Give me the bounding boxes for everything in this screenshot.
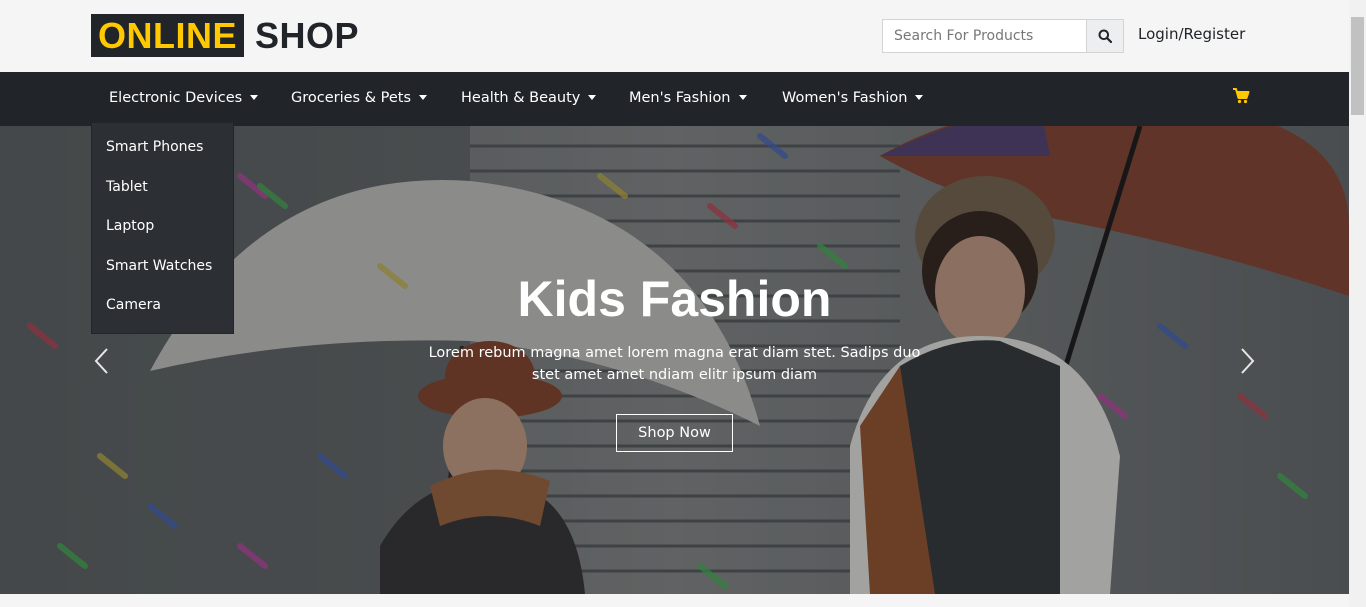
nav-label: Groceries & Pets xyxy=(291,90,412,106)
shop-now-button[interactable]: Shop Now xyxy=(616,414,733,452)
nav-groceries-pets[interactable]: Groceries & Pets xyxy=(291,72,428,126)
dropdown-item-smart-phones[interactable]: Smart Phones xyxy=(92,128,233,168)
logo-highlight: ONLINE xyxy=(91,14,245,57)
dropdown-item-laptop[interactable]: Laptop xyxy=(92,207,233,247)
nav-label: Women's Fashion xyxy=(782,90,908,106)
logo-text: SHOP xyxy=(255,14,360,56)
nav-health-beauty[interactable]: Health & Beauty xyxy=(461,72,597,126)
page-scrollbar[interactable] xyxy=(1349,0,1366,607)
caret-down-icon xyxy=(250,95,259,100)
chevron-left-icon[interactable] xyxy=(91,346,113,376)
main-navbar: Electronic Devices Groceries & Pets Heal… xyxy=(0,72,1349,126)
page-content-edge xyxy=(0,594,1349,607)
chevron-right-icon[interactable] xyxy=(1236,346,1258,376)
login-register-link[interactable]: Login/Register xyxy=(1138,25,1245,43)
nav-womens-fashion[interactable]: Women's Fashion xyxy=(782,72,924,126)
hero-subtitle: Lorem rebum magna amet lorem magna erat … xyxy=(428,345,921,383)
header: ONLINE SHOP Login/Register xyxy=(0,0,1349,72)
search-button[interactable] xyxy=(1086,20,1123,52)
site-logo[interactable]: ONLINE SHOP xyxy=(91,14,359,57)
caret-down-icon xyxy=(588,95,597,100)
dropdown-item-camera[interactable]: Camera xyxy=(92,286,233,326)
nav-label: Health & Beauty xyxy=(461,90,581,106)
dropdown-item-tablet[interactable]: Tablet xyxy=(92,168,233,208)
caret-down-icon xyxy=(915,95,924,100)
caret-down-icon xyxy=(738,95,747,100)
search-box xyxy=(882,19,1124,53)
search-input[interactable] xyxy=(883,20,1086,52)
search-icon xyxy=(1098,29,1112,43)
nav-electronic-devices[interactable]: Electronic Devices xyxy=(109,72,259,126)
caret-down-icon xyxy=(419,95,428,100)
nav-label: Men's Fashion xyxy=(629,90,731,106)
nav-mens-fashion[interactable]: Men's Fashion xyxy=(629,72,747,126)
dropdown-item-smart-watches[interactable]: Smart Watches xyxy=(92,247,233,287)
shopping-cart-icon[interactable] xyxy=(1232,87,1250,105)
scrollbar-thumb[interactable] xyxy=(1351,17,1364,115)
nav-label: Electronic Devices xyxy=(109,90,243,106)
electronic-devices-dropdown: Smart Phones Tablet Laptop Smart Watches… xyxy=(91,122,234,334)
